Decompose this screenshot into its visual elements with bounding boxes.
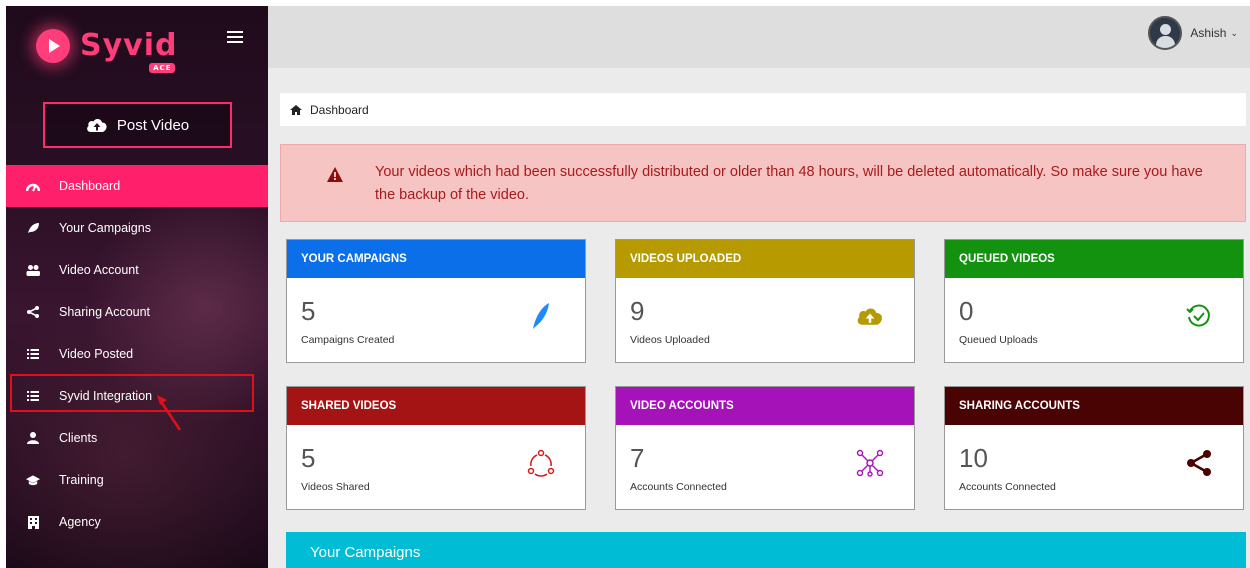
users-icon (26, 263, 40, 277)
card-caption: Queued Uploads (959, 334, 1038, 346)
brand-name: Syvid ACE (80, 28, 178, 73)
brand-badge: ACE (149, 63, 176, 73)
list-icon (26, 389, 40, 403)
sidebar-item-video-account[interactable]: Video Account (6, 249, 268, 291)
your-campaigns-section-header: Your Campaigns (286, 532, 1246, 568)
card-caption: Accounts Connected (959, 481, 1056, 493)
card-value: 7 (630, 443, 645, 473)
section-title: Your Campaigns (310, 543, 421, 561)
card-value: 5 (301, 443, 316, 473)
sidebar-item-label: Sharing Account (59, 305, 151, 319)
card-title: QUEUED VIDEOS (945, 240, 1243, 278)
share-icon (26, 305, 40, 319)
stat-card-sharing-accounts[interactable]: SHARING ACCOUNTS 10 Accounts Connected (944, 386, 1244, 510)
breadcrumb-current: Dashboard (310, 102, 369, 117)
cloud-upload-icon (86, 118, 107, 132)
stat-card-queued-videos[interactable]: QUEUED VIDEOS 0 Queued Uploads (944, 239, 1244, 363)
play-logo-icon (36, 28, 70, 63)
network-icon (856, 449, 884, 477)
sidebar-item-label: Your Campaigns (59, 221, 151, 235)
card-value: 10 (959, 443, 988, 473)
share-icon (1185, 449, 1213, 477)
page: Syvid ACE Post Video Dashboard Your Camp… (0, 0, 1250, 568)
sidebar-item-syvid-integration[interactable]: Syvid Integration (6, 375, 268, 417)
sidebar-item-label: Syvid Integration (59, 389, 153, 403)
user-name: Ashish (1190, 26, 1227, 40)
stat-card-video-accounts[interactable]: VIDEO ACCOUNTS 7 Accounts Connected (615, 386, 915, 510)
card-value: 5 (301, 296, 316, 326)
sidebar-item-training[interactable]: Training (6, 459, 268, 501)
sidebar-item-your-campaigns[interactable]: Your Campaigns (6, 207, 268, 249)
stat-card-shared-videos[interactable]: SHARED VIDEOS 5 Videos Shared (286, 386, 586, 510)
card-caption: Campaigns Created (301, 334, 395, 346)
stat-card-videos-uploaded[interactable]: VIDEOS UPLOADED 9 Videos Uploaded (615, 239, 915, 363)
sidebar-item-label: Agency (59, 515, 101, 529)
breadcrumb: Dashboard (280, 93, 1246, 126)
card-value: 9 (630, 296, 645, 326)
list-icon (26, 347, 40, 361)
card-value: 0 (959, 296, 974, 326)
card-title: VIDEOS UPLOADED (616, 240, 914, 278)
feather-icon (527, 302, 555, 330)
gauge-icon (26, 179, 40, 193)
card-caption: Videos Shared (301, 481, 370, 493)
sidebar-item-sharing-account[interactable]: Sharing Account (6, 291, 268, 333)
card-title: VIDEO ACCOUNTS (616, 387, 914, 425)
app-frame: Syvid ACE Post Video Dashboard Your Camp… (6, 6, 1250, 568)
card-title: SHARING ACCOUNTS (945, 387, 1243, 425)
card-caption: Videos Uploaded (630, 334, 710, 346)
cloud-upload-icon (856, 302, 884, 330)
sidebar-item-label: Clients (59, 431, 98, 445)
card-title: YOUR CAMPAIGNS (287, 240, 585, 278)
sidebar-nav: Dashboard Your Campaigns Video Account S… (6, 165, 268, 543)
card-caption: Accounts Connected (630, 481, 727, 493)
user-menu[interactable]: Ashish ⌄ (1148, 16, 1238, 50)
sidebar-item-video-posted[interactable]: Video Posted (6, 333, 268, 375)
top-bar: Ashish ⌄ (268, 6, 1250, 68)
chevron-down-icon: ⌄ (1230, 27, 1238, 38)
sidebar-item-dashboard[interactable]: Dashboard (6, 165, 268, 207)
sidebar-item-label: Video Account (59, 263, 139, 277)
warning-icon (327, 167, 343, 182)
clock-check-icon (1185, 302, 1213, 330)
card-title: SHARED VIDEOS (287, 387, 585, 425)
annotation-arrow-icon (157, 395, 182, 431)
sidebar-item-label: Dashboard (59, 179, 121, 193)
sidebar-item-label: Training (59, 473, 104, 487)
home-icon[interactable] (290, 104, 302, 115)
leaf-icon (26, 221, 40, 235)
graduation-cap-icon (26, 473, 40, 487)
share-cycle-icon (527, 449, 555, 477)
avatar (1148, 16, 1183, 50)
sidebar-item-label: Video Posted (59, 347, 134, 361)
building-icon (26, 515, 40, 529)
user-icon (26, 431, 40, 445)
sidebar-item-agency[interactable]: Agency (6, 501, 268, 543)
sidebar: Syvid ACE Post Video Dashboard Your Camp… (6, 6, 268, 568)
alert-message: Your videos which had been successfully … (375, 164, 1203, 203)
post-video-button[interactable]: Post Video (43, 102, 232, 148)
menu-toggle-icon[interactable] (227, 31, 243, 44)
warning-alert: Your videos which had been successfully … (280, 144, 1246, 222)
post-video-label: Post Video (116, 116, 190, 134)
sidebar-item-clients[interactable]: Clients (6, 417, 268, 459)
stat-card-your-campaigns[interactable]: YOUR CAMPAIGNS 5 Campaigns Created (286, 239, 586, 363)
brand-logo[interactable]: Syvid ACE (36, 28, 178, 73)
